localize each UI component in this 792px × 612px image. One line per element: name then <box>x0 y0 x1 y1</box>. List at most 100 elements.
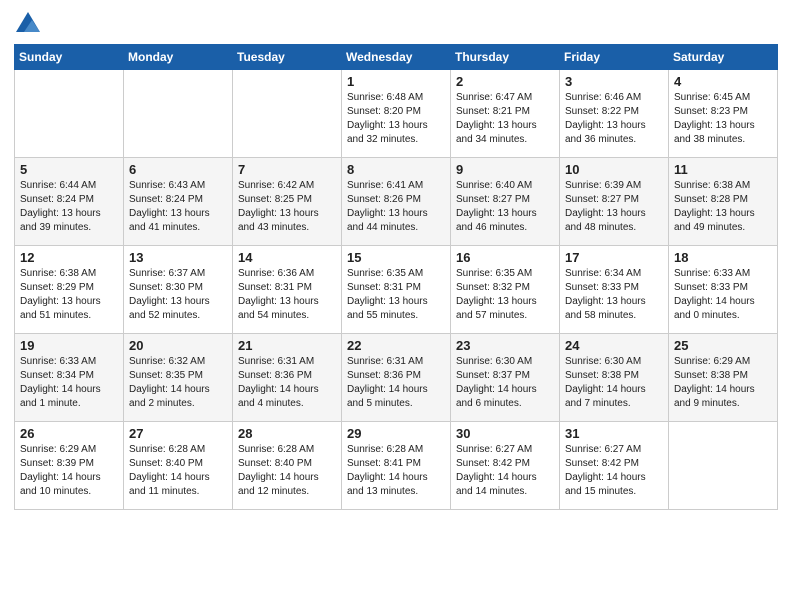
day-info: Sunrise: 6:35 AM Sunset: 8:31 PM Dayligh… <box>347 267 445 323</box>
day-info: Sunrise: 6:41 AM Sunset: 8:26 PM Dayligh… <box>347 179 445 235</box>
day-number: 6 <box>129 162 227 177</box>
calendar-cell <box>669 422 778 510</box>
day-number: 2 <box>456 74 554 89</box>
day-info: Sunrise: 6:43 AM Sunset: 8:24 PM Dayligh… <box>129 179 227 235</box>
calendar-cell: 5 Sunrise: 6:44 AM Sunset: 8:24 PM Daylig… <box>15 158 124 246</box>
day-info: Sunrise: 6:31 AM Sunset: 8:36 PM Dayligh… <box>347 355 445 411</box>
calendar-cell <box>15 70 124 158</box>
day-info: Sunrise: 6:35 AM Sunset: 8:32 PM Dayligh… <box>456 267 554 323</box>
calendar-cell: 16 Sunrise: 6:35 AM Sunset: 8:32 PM Dayli… <box>451 246 560 334</box>
calendar-cell: 27Sunrise: 6:28 AM Sunset: 8:40 PM Dayli… <box>124 422 233 510</box>
header <box>14 10 778 38</box>
calendar-cell: 3 Sunrise: 6:46 AM Sunset: 8:22 PM Daylig… <box>560 70 669 158</box>
calendar-cell: 28Sunrise: 6:28 AM Sunset: 8:40 PM Dayli… <box>233 422 342 510</box>
day-info: Sunrise: 6:36 AM Sunset: 8:31 PM Dayligh… <box>238 267 336 323</box>
calendar-week-row: 5 Sunrise: 6:44 AM Sunset: 8:24 PM Daylig… <box>15 158 778 246</box>
day-number: 7 <box>238 162 336 177</box>
day-number: 27 <box>129 426 227 441</box>
page: SundayMondayTuesdayWednesdayThursdayFrid… <box>0 0 792 612</box>
calendar-cell: 2 Sunrise: 6:47 AM Sunset: 8:21 PM Daylig… <box>451 70 560 158</box>
day-info: Sunrise: 6:37 AM Sunset: 8:30 PM Dayligh… <box>129 267 227 323</box>
day-info: Sunrise: 6:27 AM Sunset: 8:42 PM Dayligh… <box>456 443 554 499</box>
day-info: Sunrise: 6:29 AM Sunset: 8:39 PM Dayligh… <box>20 443 118 499</box>
day-info: Sunrise: 6:44 AM Sunset: 8:24 PM Dayligh… <box>20 179 118 235</box>
calendar-cell: 8 Sunrise: 6:41 AM Sunset: 8:26 PM Daylig… <box>342 158 451 246</box>
calendar-table: SundayMondayTuesdayWednesdayThursdayFrid… <box>14 44 778 510</box>
day-number: 11 <box>674 162 772 177</box>
day-number: 19 <box>20 338 118 353</box>
day-number: 18 <box>674 250 772 265</box>
day-number: 16 <box>456 250 554 265</box>
calendar-week-row: 19 Sunrise: 6:33 AM Sunset: 8:34 PM Dayli… <box>15 334 778 422</box>
logo-icon <box>14 10 42 38</box>
day-number: 9 <box>456 162 554 177</box>
day-info: Sunrise: 6:45 AM Sunset: 8:23 PM Dayligh… <box>674 91 772 147</box>
calendar-cell: 15 Sunrise: 6:35 AM Sunset: 8:31 PM Dayli… <box>342 246 451 334</box>
calendar-day-header: Tuesday <box>233 45 342 70</box>
day-info: Sunrise: 6:34 AM Sunset: 8:33 PM Dayligh… <box>565 267 663 323</box>
day-number: 3 <box>565 74 663 89</box>
calendar-cell: 1 Sunrise: 6:48 AM Sunset: 8:20 PM Daylig… <box>342 70 451 158</box>
calendar-cell: 21 Sunrise: 6:31 AM Sunset: 8:36 PM Dayli… <box>233 334 342 422</box>
day-number: 22 <box>347 338 445 353</box>
calendar-header-row: SundayMondayTuesdayWednesdayThursdayFrid… <box>15 45 778 70</box>
day-info: Sunrise: 6:48 AM Sunset: 8:20 PM Dayligh… <box>347 91 445 147</box>
calendar-day-header: Sunday <box>15 45 124 70</box>
day-info: Sunrise: 6:40 AM Sunset: 8:27 PM Dayligh… <box>456 179 554 235</box>
calendar-cell: 20Sunrise: 6:32 AM Sunset: 8:35 PM Dayli… <box>124 334 233 422</box>
calendar-cell: 23 Sunrise: 6:30 AM Sunset: 8:37 PM Dayli… <box>451 334 560 422</box>
calendar-cell: 9 Sunrise: 6:40 AM Sunset: 8:27 PM Daylig… <box>451 158 560 246</box>
calendar-cell <box>124 70 233 158</box>
calendar-day-header: Saturday <box>669 45 778 70</box>
calendar-day-header: Friday <box>560 45 669 70</box>
day-info: Sunrise: 6:39 AM Sunset: 8:27 PM Dayligh… <box>565 179 663 235</box>
calendar-cell: 6 Sunrise: 6:43 AM Sunset: 8:24 PM Daylig… <box>124 158 233 246</box>
day-number: 29 <box>347 426 445 441</box>
day-info: Sunrise: 6:27 AM Sunset: 8:42 PM Dayligh… <box>565 443 663 499</box>
calendar-day-header: Thursday <box>451 45 560 70</box>
day-info: Sunrise: 6:31 AM Sunset: 8:36 PM Dayligh… <box>238 355 336 411</box>
day-number: 21 <box>238 338 336 353</box>
calendar-day-header: Wednesday <box>342 45 451 70</box>
calendar-cell: 26 Sunrise: 6:29 AM Sunset: 8:39 PM Dayli… <box>15 422 124 510</box>
day-info: Sunrise: 6:46 AM Sunset: 8:22 PM Dayligh… <box>565 91 663 147</box>
day-number: 26 <box>20 426 118 441</box>
calendar-cell: 17 Sunrise: 6:34 AM Sunset: 8:33 PM Dayli… <box>560 246 669 334</box>
day-info: Sunrise: 6:30 AM Sunset: 8:37 PM Dayligh… <box>456 355 554 411</box>
calendar-cell: 29 Sunrise: 6:28 AM Sunset: 8:41 PM Dayli… <box>342 422 451 510</box>
calendar-week-row: 12Sunrise: 6:38 AM Sunset: 8:29 PM Dayli… <box>15 246 778 334</box>
day-number: 5 <box>20 162 118 177</box>
calendar-cell: 24 Sunrise: 6:30 AM Sunset: 8:38 PM Dayli… <box>560 334 669 422</box>
day-number: 13 <box>129 250 227 265</box>
day-number: 24 <box>565 338 663 353</box>
calendar-day-header: Monday <box>124 45 233 70</box>
day-info: Sunrise: 6:28 AM Sunset: 8:41 PM Dayligh… <box>347 443 445 499</box>
day-info: Sunrise: 6:33 AM Sunset: 8:34 PM Dayligh… <box>20 355 118 411</box>
calendar-cell: 31 Sunrise: 6:27 AM Sunset: 8:42 PM Dayli… <box>560 422 669 510</box>
day-info: Sunrise: 6:30 AM Sunset: 8:38 PM Dayligh… <box>565 355 663 411</box>
calendar-cell: 10Sunrise: 6:39 AM Sunset: 8:27 PM Dayli… <box>560 158 669 246</box>
day-number: 1 <box>347 74 445 89</box>
calendar-cell: 22 Sunrise: 6:31 AM Sunset: 8:36 PM Dayli… <box>342 334 451 422</box>
calendar-cell: 19 Sunrise: 6:33 AM Sunset: 8:34 PM Dayli… <box>15 334 124 422</box>
day-number: 23 <box>456 338 554 353</box>
day-number: 31 <box>565 426 663 441</box>
logo <box>14 10 46 38</box>
day-number: 20 <box>129 338 227 353</box>
calendar-cell: 18Sunrise: 6:33 AM Sunset: 8:33 PM Dayli… <box>669 246 778 334</box>
day-number: 14 <box>238 250 336 265</box>
day-info: Sunrise: 6:42 AM Sunset: 8:25 PM Dayligh… <box>238 179 336 235</box>
calendar-week-row: 1 Sunrise: 6:48 AM Sunset: 8:20 PM Daylig… <box>15 70 778 158</box>
calendar-cell: 4Sunrise: 6:45 AM Sunset: 8:23 PM Daylig… <box>669 70 778 158</box>
calendar-cell: 7 Sunrise: 6:42 AM Sunset: 8:25 PM Daylig… <box>233 158 342 246</box>
day-number: 15 <box>347 250 445 265</box>
day-number: 28 <box>238 426 336 441</box>
calendar-cell: 11 Sunrise: 6:38 AM Sunset: 8:28 PM Dayli… <box>669 158 778 246</box>
day-info: Sunrise: 6:47 AM Sunset: 8:21 PM Dayligh… <box>456 91 554 147</box>
day-info: Sunrise: 6:38 AM Sunset: 8:29 PM Dayligh… <box>20 267 118 323</box>
day-number: 17 <box>565 250 663 265</box>
day-number: 8 <box>347 162 445 177</box>
calendar-cell: 14 Sunrise: 6:36 AM Sunset: 8:31 PM Dayli… <box>233 246 342 334</box>
calendar-cell <box>233 70 342 158</box>
day-info: Sunrise: 6:38 AM Sunset: 8:28 PM Dayligh… <box>674 179 772 235</box>
